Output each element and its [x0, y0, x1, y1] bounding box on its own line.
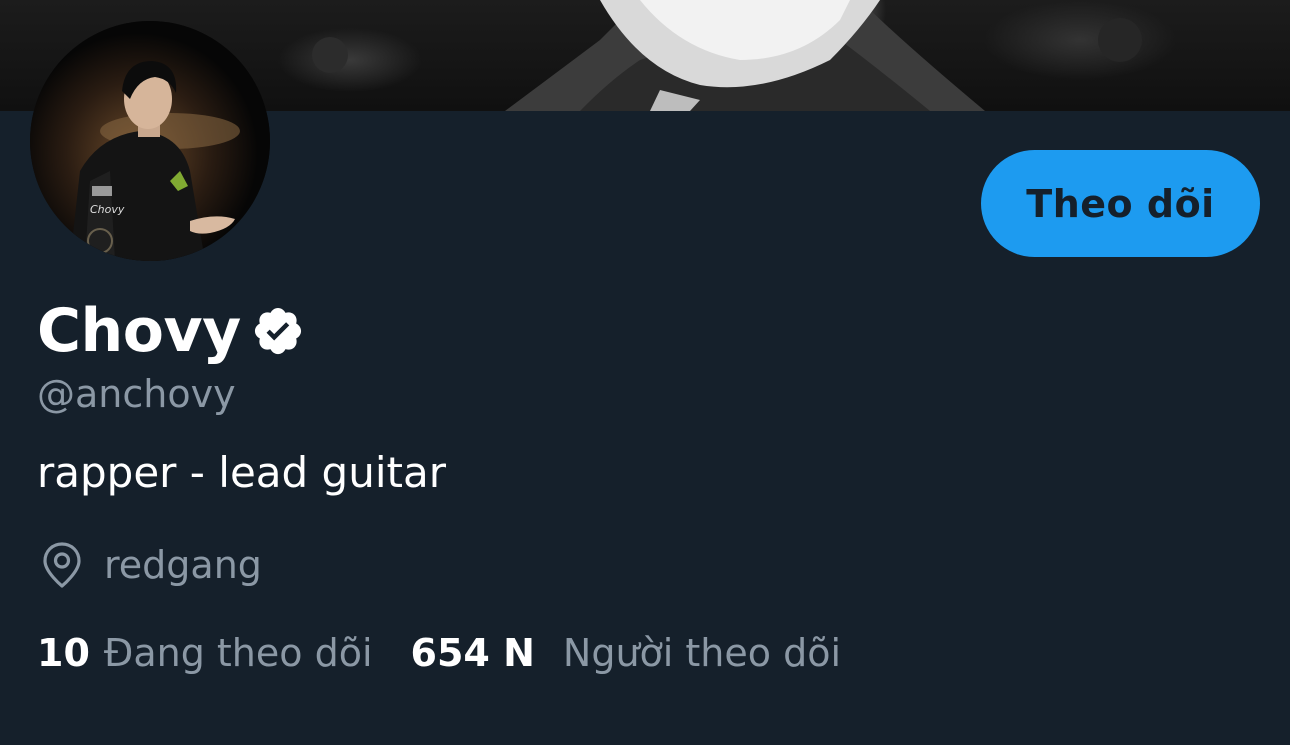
- verified-badge-icon[interactable]: [251, 304, 305, 358]
- following-count: 10: [37, 631, 90, 675]
- display-name: Chovy: [37, 296, 241, 366]
- profile-name-row: Chovy: [37, 296, 305, 366]
- follow-button[interactable]: Theo dõi: [981, 150, 1260, 257]
- profile-handle: @anchovy: [37, 372, 236, 416]
- followers-label: Người theo dõi: [562, 631, 842, 675]
- following-label: Đang theo dõi: [103, 631, 373, 675]
- profile-page: Chovy Theo dõi Chovy @anchovy rapper - l…: [0, 0, 1290, 745]
- followers-count: 654 N: [410, 631, 535, 675]
- profile-bio: rapper - lead guitar: [37, 448, 446, 497]
- svg-text:Chovy: Chovy: [90, 203, 125, 216]
- follow-button-label: Theo dõi: [1026, 181, 1215, 226]
- following-stat[interactable]: 10 Đang theo dõi: [37, 626, 373, 680]
- location-pin-icon: [40, 541, 84, 589]
- profile-stats: 10 Đang theo dõi 654 N Người theo dõi: [37, 626, 841, 680]
- profile-location: redgang: [40, 538, 262, 592]
- followers-stat[interactable]: 654 N Người theo dõi: [411, 626, 842, 680]
- profile-avatar[interactable]: Chovy: [30, 21, 270, 261]
- avatar-photo-illustration: Chovy: [30, 21, 270, 261]
- location-text: redgang: [104, 543, 262, 587]
